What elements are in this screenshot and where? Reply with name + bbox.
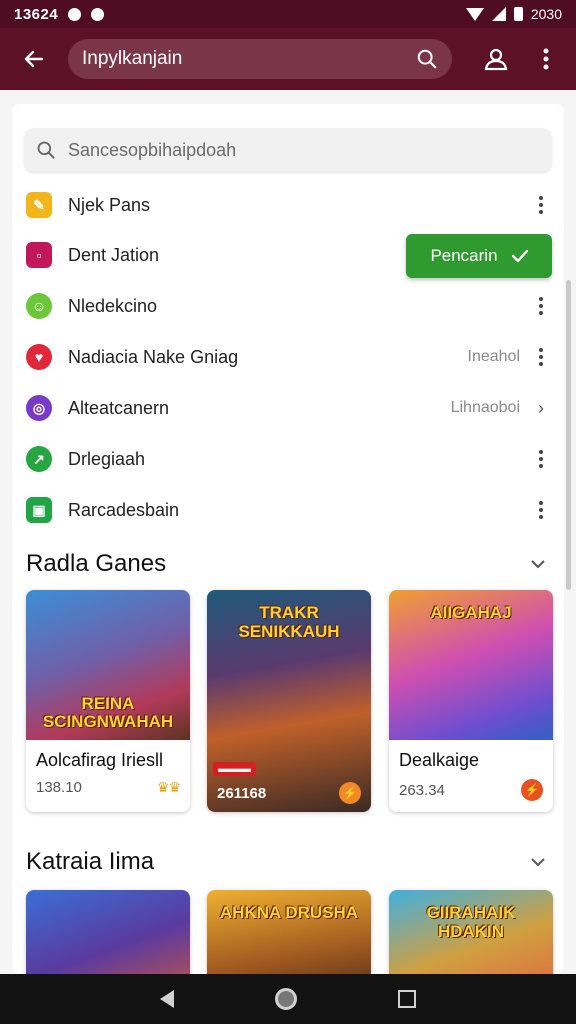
game-card[interactable] [26,890,190,974]
inner-search-placeholder: Sancesopbihaipdoah [68,139,237,160]
app-bar: Inpylkanjain [0,28,576,90]
game-art-title: TRAKR SENIKKAUH [238,603,340,641]
more-vertical-icon[interactable] [530,448,552,470]
game-art: AIIGAHAJ [389,590,553,740]
confirm-button[interactable]: Pencarin [406,234,552,278]
game-title: Dealkaige [399,750,480,770]
game-card[interactable]: REINA SCINGNWAHAH Aolcafirag Iriesll 138… [26,590,190,812]
pencil-icon: ✎ [26,192,52,218]
game-card[interactable]: AIIGAHAJ Dealkaige 263.34 ⚡ [389,590,553,812]
check-icon [511,249,528,263]
globe-icon: ◎ [26,395,52,421]
more-vertical-icon[interactable] [530,499,552,521]
list-item[interactable]: ◎ Alteatcanern Lihnaoboi › [12,383,564,433]
game-art-title: GIIRAHAIK HDAKIN [426,903,516,941]
bolt-icon: ⚡ [339,782,361,804]
game-card[interactable]: TRAKR SENIKKAUH ▬▬▬ 261168 ⚡ [207,590,371,812]
game-meta: 263.34 [399,781,445,799]
search-icon[interactable] [416,48,438,70]
list-item-label: Nadiacia Nake Gniag [68,346,239,367]
search-input[interactable]: Inpylkanjain [82,48,416,70]
inner-search-field[interactable]: Sancesopbihaipdoah [24,128,552,172]
chevron-right-icon[interactable]: › [530,397,552,419]
battery-icon [513,7,523,21]
back-arrow-icon [24,50,44,68]
game-art [26,890,190,974]
content-sheet: Sancesopbihaipdoah ✎ Njek Pans ▫ Dent Ja… [12,104,564,974]
list-item-meta: Lihnaoboi [450,399,520,416]
chevron-down-icon[interactable] [526,552,550,576]
game-card[interactable]: AHKNA DRUSHA [207,890,371,974]
smile-icon: ☺ [26,293,52,319]
chart-icon: ↗ [26,446,52,472]
heart-icon: ♥ [26,344,52,370]
nav-back-icon[interactable] [160,990,175,1008]
game-title: Aolcafirag Iriesll [36,750,164,770]
list-item[interactable]: ✎ Njek Pans [12,180,564,230]
account-button[interactable] [466,28,526,90]
list-item[interactable]: ↗ Drlegiaah [12,434,564,484]
game-art-title: REINA SCINGNWAHAH [42,693,174,732]
bolt-icon: ⚡ [521,779,543,801]
status-bar: 13624 2030 [0,0,576,28]
list-item-label: Drlegiaah [68,448,146,469]
game-art: AHKNA DRUSHA [207,890,371,974]
overflow-menu-button[interactable] [526,28,566,90]
nav-home-icon[interactable] [274,988,297,1010]
more-vertical-icon[interactable] [530,295,552,317]
search-icon [37,141,55,159]
game-meta: 261168 [217,784,267,802]
more-vertical-icon[interactable] [530,194,552,216]
section-title: Katraia Iima [26,848,155,875]
more-vertical-icon [543,48,549,70]
signal-icon [491,7,506,21]
game-art: GIIRAHAIK HDAKIN [389,890,553,974]
game-art-title: AIIGAHAJ [430,603,512,622]
notification-dot-icon [68,7,82,21]
box-icon: ▫ [26,242,52,268]
confirm-button-label: Pencarin [430,246,498,265]
wifi-icon [465,7,484,21]
section-header[interactable]: Radla Ganes [26,544,550,584]
status-time: 13624 [14,5,59,23]
system-nav-bar [0,974,576,1024]
account-icon [484,48,508,71]
list-item-label: Rarcadesbain [68,499,180,520]
section-title: Radla Ganes [26,550,167,577]
bag-icon: ▣ [26,497,52,523]
game-card[interactable]: GIIRAHAIK HDAKIN [389,890,553,974]
crown-icon: ♛♛ [156,779,181,795]
back-button[interactable] [0,28,68,90]
notification-dot-icon [91,7,105,21]
more-vertical-icon[interactable] [530,346,552,368]
game-meta: 138.10 [36,779,82,796]
list-item-label: Alteatcanern [68,397,170,418]
list-item[interactable]: ▣ Rarcadesbain [12,485,564,535]
list-item-label: Njek Pans [68,194,151,215]
game-art: REINA SCINGNWAHAH [26,590,190,740]
list-item-meta: Ineahol [467,348,521,365]
chevron-down-icon[interactable] [526,850,550,874]
nav-recents-icon[interactable] [397,990,416,1008]
search-bar[interactable]: Inpylkanjain [68,39,452,79]
list-item-label: Nledekcino [68,295,158,316]
status-right-text: 2030 [530,6,562,22]
scrollbar[interactable] [566,280,571,590]
list-item[interactable]: ☺ Nledekcino [12,281,564,331]
game-art-title: AHKNA DRUSHA [219,903,359,922]
section-header[interactable]: Katraia Iima [26,842,550,882]
list-item[interactable]: ♥ Nadiacia Nake Gniag Ineahol [12,332,564,382]
